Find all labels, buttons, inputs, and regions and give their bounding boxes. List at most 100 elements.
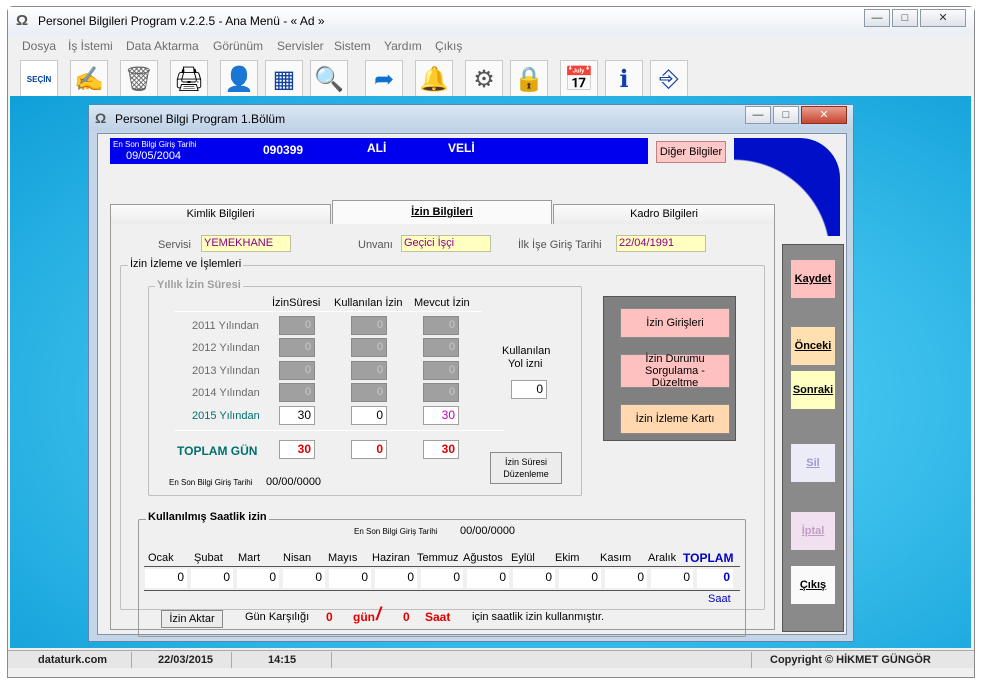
saat-temmuz[interactable]: 0	[421, 569, 463, 588]
child-minimize-button[interactable]: —	[745, 106, 771, 124]
onceki-button[interactable]: Önceki	[790, 326, 836, 366]
header-last-entry-date: 09/05/2004	[126, 150, 182, 162]
header-id: 090399	[263, 143, 304, 157]
info-icon[interactable]: ℹ	[605, 60, 643, 98]
menu-bar: Dosya İş İstemi Data Aktarma Görünüm Ser…	[10, 37, 972, 55]
izin-izleme-karti-button[interactable]: İzin İzleme Kartı	[620, 404, 730, 434]
month-ocak: Ocak	[148, 552, 174, 564]
gun-value: 0	[326, 610, 333, 624]
other-info-button[interactable]: Diğer Bilgiler	[656, 141, 726, 163]
values-divider	[144, 590, 740, 591]
status-empty	[332, 652, 752, 668]
saat-aralik[interactable]: 0	[651, 569, 693, 588]
toplam-mevcut: 30	[423, 440, 459, 459]
saat-haziran[interactable]: 0	[375, 569, 417, 588]
saat-subat[interactable]: 0	[191, 569, 233, 588]
menu-yardim[interactable]: Yardım	[384, 39, 422, 53]
saat-agustos[interactable]: 0	[467, 569, 509, 588]
izin-2011[interactable]: 0	[279, 316, 315, 335]
toplam-kullanilan: 0	[351, 440, 387, 459]
izin-suresi-duzenleme-button[interactable]: İzin Süresi Düzenleme	[490, 452, 562, 484]
menu-servisler[interactable]: Servisler	[277, 39, 324, 53]
kullanilan-2015[interactable]: 0	[351, 406, 387, 425]
tab-kadro[interactable]: Kadro Bilgileri	[553, 204, 775, 224]
menu-cikis[interactable]: Çıkış	[435, 39, 462, 53]
kullanilan-2013[interactable]: 0	[351, 361, 387, 380]
child-maximize-button[interactable]: □	[773, 106, 799, 124]
calendar-icon[interactable]: 📅	[560, 60, 598, 98]
write-form-icon[interactable]: ✍	[70, 60, 108, 98]
trash-icon[interactable]: 🗑	[120, 60, 158, 98]
lock-icon[interactable]: 🔒	[510, 60, 548, 98]
other-info-label: Diğer Bilgiler	[659, 146, 723, 158]
secin-book-icon[interactable]: SEÇİN	[20, 60, 58, 98]
izin-2015[interactable]: 30	[279, 406, 315, 425]
menu-is-istemi[interactable]: İş İstemi	[68, 39, 113, 53]
tab-kadro-label: Kadro Bilgileri	[630, 208, 698, 220]
spreadsheet-icon[interactable]: ▦	[265, 60, 303, 98]
menu-gorunum[interactable]: Görünüm	[213, 39, 263, 53]
yol-izni-field[interactable]: 0	[511, 380, 547, 399]
export-arrow-icon[interactable]: ➦	[365, 60, 403, 98]
kullanilan-2012[interactable]: 0	[351, 338, 387, 357]
izin-aktar-label: İzin Aktar	[169, 613, 215, 625]
izin-durumu-button[interactable]: İzin Durumu Sorgulama - Düzeltme	[620, 353, 730, 389]
sil-button[interactable]: Sil	[790, 443, 836, 483]
kaydet-button[interactable]: Kaydet	[790, 259, 836, 299]
menu-sistem[interactable]: Sistem	[334, 39, 371, 53]
yillik-last-entry-label: En Son Bilgi Giriş Tarihi	[169, 478, 253, 487]
saatlik-toplam-label: TOPLAM	[683, 551, 734, 565]
saat-mart[interactable]: 0	[237, 569, 279, 588]
izin-2013[interactable]: 0	[279, 361, 315, 380]
onceki-label: Önceki	[794, 340, 832, 352]
month-nisan: Nisan	[283, 552, 312, 564]
exit-door-icon[interactable]: ⎆	[650, 60, 688, 98]
maximize-button[interactable]: □	[892, 9, 918, 27]
servis-field[interactable]: YEMEKHANE	[201, 235, 291, 252]
year-label-2015: 2015 Yılından	[192, 410, 260, 422]
header-first-name: ALİ	[367, 141, 387, 155]
izin-girisleri-label: İzin Girişleri	[646, 317, 704, 329]
saat-ocak[interactable]: 0	[145, 569, 187, 588]
ilk-ise-giris-field[interactable]: 22/04/1991	[616, 235, 706, 252]
saat-ekim[interactable]: 0	[559, 569, 601, 588]
unvan-field[interactable]: Geçici İşçi	[401, 235, 491, 252]
menu-dosya[interactable]: Dosya	[22, 39, 56, 53]
status-date: 22/03/2015	[132, 652, 232, 668]
mevcut-2011[interactable]: 0	[423, 316, 459, 335]
gears-icon[interactable]: ⚙	[465, 60, 503, 98]
saat-mayis[interactable]: 0	[329, 569, 371, 588]
minimize-button[interactable]: —	[864, 9, 890, 27]
saat-eylul[interactable]: 0	[513, 569, 555, 588]
mevcut-2015[interactable]: 30	[423, 406, 459, 425]
cikis-button[interactable]: Çıkış	[790, 565, 836, 605]
izin-aktar-button[interactable]: İzin Aktar	[161, 610, 223, 628]
search-window-icon[interactable]: 🔍	[310, 60, 348, 98]
tab-izin[interactable]: İzin Bilgileri	[332, 200, 552, 224]
toolbar: SEÇİN ✍ 🗑 🖨 👤 ▦ 🔍 ➦ 🔔 ⚙ 🔒 📅 ℹ ⎆	[10, 56, 972, 101]
iptal-button[interactable]: İptal	[790, 511, 836, 551]
child-app-icon: Ω	[95, 110, 107, 126]
menu-data-aktarma[interactable]: Data Aktarma	[126, 39, 199, 53]
printer-icon[interactable]: 🖨	[170, 60, 208, 98]
cikis-label: Çıkış	[799, 579, 827, 591]
bell-icon[interactable]: 🔔	[415, 60, 453, 98]
sonraki-button[interactable]: Sonraki	[790, 370, 836, 410]
izin-2012[interactable]: 0	[279, 338, 315, 357]
mevcut-2014[interactable]: 0	[423, 383, 459, 402]
kullanilan-2011[interactable]: 0	[351, 316, 387, 335]
tab-kimlik[interactable]: Kimlik Bilgileri	[110, 204, 331, 224]
kullanilan-2014[interactable]: 0	[351, 383, 387, 402]
child-client-area: En Son Bilgi Giriş Tarihi 09/05/2004 090…	[97, 133, 847, 637]
saat-nisan[interactable]: 0	[283, 569, 325, 588]
kaydet-label: Kaydet	[794, 273, 832, 285]
saat-unit-label: Saat	[708, 593, 731, 605]
saat-kasim[interactable]: 0	[605, 569, 647, 588]
mevcut-2013[interactable]: 0	[423, 361, 459, 380]
person-icon[interactable]: 👤	[220, 60, 258, 98]
izin-2014[interactable]: 0	[279, 383, 315, 402]
child-close-button[interactable]: ✕	[801, 106, 847, 124]
izin-girisleri-button[interactable]: İzin Girişleri	[620, 308, 730, 338]
close-button[interactable]: ✕	[920, 9, 966, 27]
mevcut-2012[interactable]: 0	[423, 338, 459, 357]
